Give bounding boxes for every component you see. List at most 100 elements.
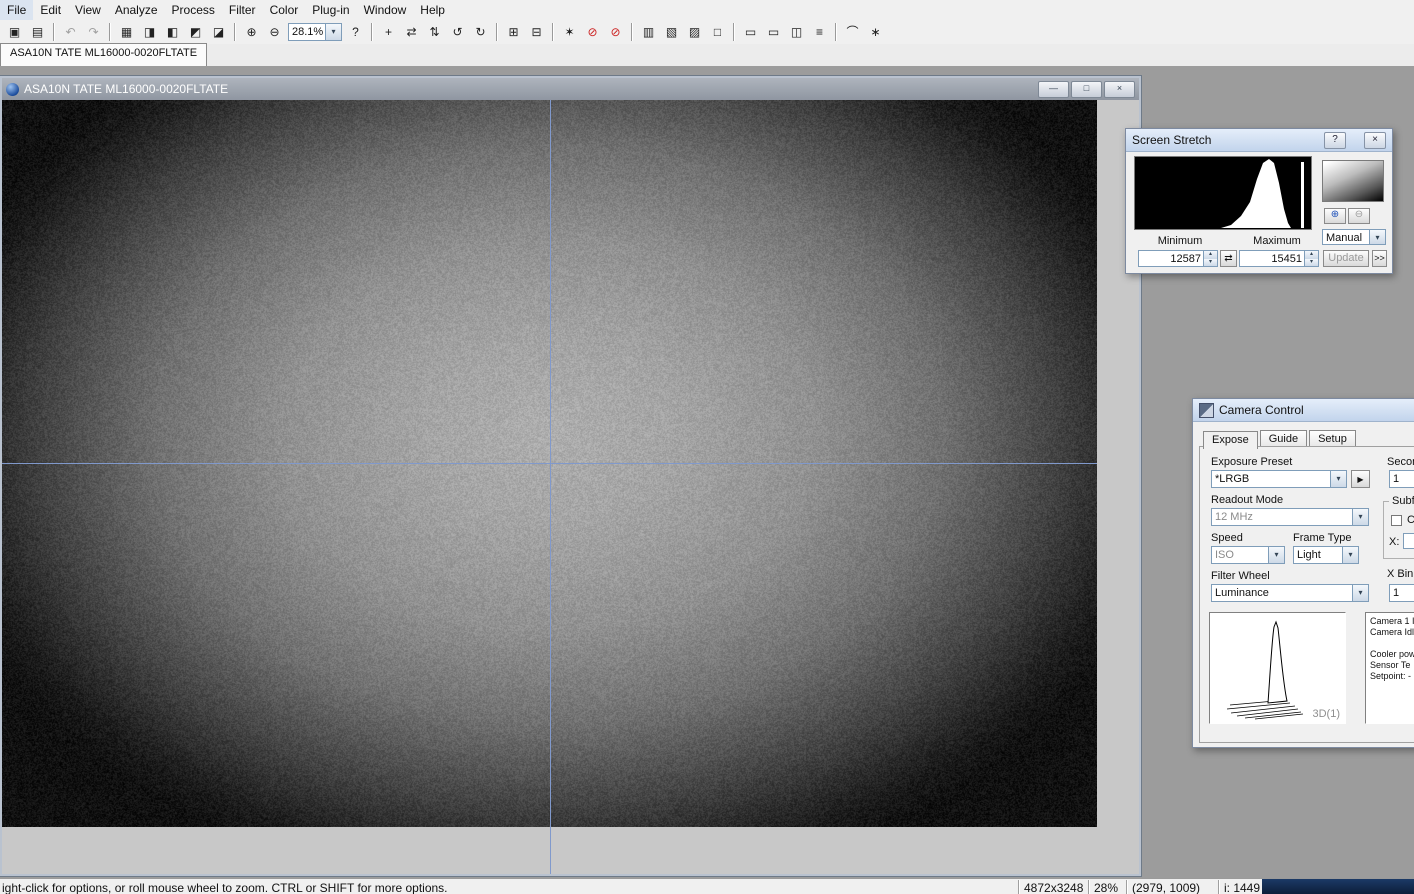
histogram-zoom-out-icon[interactable]: ⊖: [1348, 208, 1370, 224]
toolbar-separator: [53, 23, 55, 41]
subframe-option-label: C: [1407, 514, 1414, 526]
menu-item-process[interactable]: Process: [165, 0, 222, 20]
screen-stretch-window[interactable]: Screen Stretch ? × ⊕ ⊖ Manual ▾ Minimum: [1125, 128, 1393, 274]
command-sequence-icon[interactable]: ◪: [208, 22, 229, 43]
toolbar-items: ▣ ▤ ↶ ↷ ▦ ◨ ◧ ◩ ◪ ⊕ ⊖ 28.1% ▾? + ⇄ ⇅ ↺ ↻ ⊞ ⊟ ✶ ⊘ ⊘ ▥ ▧ ▨ □ ▭ ▭ ◫ ≡ ⌒ ∗: [3, 22, 887, 43]
minimize-icon[interactable]: —: [1038, 81, 1069, 98]
image-window-client[interactable]: [2, 100, 1139, 874]
magnify-window-icon[interactable]: ◧: [162, 22, 183, 43]
undo-icon[interactable]: ↶: [60, 22, 81, 43]
color-off-icon[interactable]: ⊘: [605, 22, 626, 43]
camera-control-window[interactable]: Camera Control Expose Guide Setup Exposure…: [1192, 398, 1414, 748]
zoom-in-icon[interactable]: ⊕: [241, 22, 262, 43]
menu-item-analyze[interactable]: Analyze: [108, 0, 165, 20]
swap-minmax-icon[interactable]: ⇄: [1220, 250, 1237, 267]
maximum-label: Maximum: [1239, 235, 1315, 247]
statusbar-zoom: 28%: [1088, 880, 1126, 894]
tab-setup[interactable]: Setup: [1309, 430, 1356, 446]
histogram-panel[interactable]: [1134, 156, 1312, 230]
chevron-down-icon[interactable]: ▾: [325, 24, 341, 40]
spin-down-icon[interactable]: ▾: [1305, 259, 1318, 267]
collapse-icon[interactable]: ≡: [809, 22, 830, 43]
new-window-icon[interactable]: ⊟: [526, 22, 547, 43]
menu-item-filter[interactable]: Filter: [222, 0, 263, 20]
redo-icon[interactable]: ↷: [83, 22, 104, 43]
frame-type-combo[interactable]: Light ▾: [1293, 546, 1359, 564]
close-icon[interactable]: ×: [1364, 132, 1386, 149]
maximum-spinner[interactable]: 15451 ▴ ▾: [1239, 250, 1319, 267]
spin-down-icon[interactable]: ▾: [1204, 259, 1217, 267]
graph-window-icon[interactable]: ▥: [638, 22, 659, 43]
spin-up-icon[interactable]: ▴: [1204, 251, 1217, 259]
mdi-workspace: ASA10N TATE ML16000-0020FLTATE — □ × Scr…: [0, 66, 1414, 878]
menu-item-color[interactable]: Color: [263, 0, 306, 20]
menu-item-edit[interactable]: Edit: [33, 0, 68, 20]
line-profile-icon[interactable]: ⌒: [842, 22, 863, 43]
context-help-icon[interactable]: ?: [345, 22, 366, 43]
chevron-down-icon[interactable]: ▾: [1352, 585, 1368, 601]
chevron-down-icon[interactable]: ▾: [1330, 471, 1346, 487]
toggle-crosshairs-icon[interactable]: +: [378, 22, 399, 43]
menu-item-plugin[interactable]: Plug-in: [305, 0, 356, 20]
zoom-level-combo[interactable]: 28.1% ▾: [288, 23, 342, 41]
spin-up-icon[interactable]: ▴: [1305, 251, 1318, 259]
help-icon[interactable]: ?: [1324, 132, 1346, 149]
information-window-icon[interactable]: ◨: [139, 22, 160, 43]
menu-item-file[interactable]: File: [0, 0, 33, 20]
night-vision-icon[interactable]: ◩: [185, 22, 206, 43]
close-icon[interactable]: ×: [1104, 81, 1135, 98]
duplicate-icon[interactable]: ⊞: [503, 22, 524, 43]
update-button[interactable]: Update: [1323, 250, 1369, 267]
filter-wheel-combo[interactable]: Luminance ▾: [1211, 584, 1369, 602]
tab-guide[interactable]: Guide: [1260, 430, 1307, 446]
exposure-3d-graph[interactable]: 3D(1): [1209, 612, 1346, 724]
x-binning-field[interactable]: 1: [1389, 584, 1414, 602]
tab-expose[interactable]: Expose: [1203, 431, 1258, 449]
menu-item-window[interactable]: Window: [357, 0, 414, 20]
expand-button[interactable]: >>: [1372, 250, 1387, 267]
mask-icon[interactable]: ◫: [786, 22, 807, 43]
preset-play-icon[interactable]: ▶: [1351, 470, 1370, 488]
save-icon[interactable]: ▤: [27, 22, 48, 43]
chevron-down-icon[interactable]: ▾: [1352, 509, 1368, 525]
speed-combo[interactable]: ISO ▾: [1211, 546, 1285, 564]
chevron-down-icon[interactable]: ▾: [1342, 547, 1358, 563]
caption-buttons: — □ ×: [1038, 81, 1135, 98]
document-tab[interactable]: ASA10N TATE ML16000-0020FLTATE: [0, 43, 207, 67]
histogram-zoom-in-icon[interactable]: ⊕: [1324, 208, 1346, 224]
image-window-titlebar[interactable]: ASA10N TATE ML16000-0020FLTATE — □ ×: [2, 78, 1139, 100]
readout-mode-combo[interactable]: 12 MHz ▾: [1211, 508, 1369, 526]
batch-files-icon[interactable]: ▧: [661, 22, 682, 43]
image-tile2-icon[interactable]: ▭: [763, 22, 784, 43]
rotate-right-icon[interactable]: ↻: [470, 22, 491, 43]
spinner-arrows: ▴ ▾: [1304, 251, 1318, 266]
chevron-down-icon[interactable]: ▾: [1268, 547, 1284, 563]
exposure-preset-combo[interactable]: *LRGB ▾: [1211, 470, 1347, 488]
chevron-down-icon[interactable]: ▾: [1369, 230, 1385, 244]
toolbar-separator: [552, 23, 554, 41]
photometry-icon[interactable]: ✶: [559, 22, 580, 43]
flip-vertical-icon[interactable]: ⇅: [424, 22, 445, 43]
seconds-field[interactable]: 1: [1389, 470, 1414, 488]
open-icon[interactable]: ▣: [4, 22, 25, 43]
stack-icon[interactable]: ▨: [684, 22, 705, 43]
camera-control-titlebar[interactable]: Camera Control: [1193, 399, 1414, 422]
screen-stretch-titlebar[interactable]: Screen Stretch ? ×: [1126, 129, 1392, 152]
menu-item-view[interactable]: View: [68, 0, 108, 20]
rotate-left-icon[interactable]: ↺: [447, 22, 468, 43]
image-tile-icon[interactable]: ▭: [740, 22, 761, 43]
image-window[interactable]: ASA10N TATE ML16000-0020FLTATE — □ ×: [0, 76, 1141, 876]
menu-item-help[interactable]: Help: [413, 0, 452, 20]
subframe-checkbox[interactable]: [1391, 515, 1402, 526]
subframe-icon[interactable]: □: [707, 22, 728, 43]
asterisk-settings-icon[interactable]: ∗: [865, 22, 886, 43]
flip-horizontal-icon[interactable]: ⇄: [401, 22, 422, 43]
stretch-mode-value: Manual: [1323, 230, 1369, 244]
minimum-spinner[interactable]: 12587 ▴ ▾: [1138, 250, 1218, 267]
restore-icon[interactable]: □: [1071, 81, 1102, 98]
x-field[interactable]: [1403, 533, 1414, 549]
stretch-mode-combo[interactable]: Manual ▾: [1322, 229, 1386, 245]
zoom-out-icon[interactable]: ⊖: [264, 22, 285, 43]
calibration-off-icon[interactable]: ⊘: [582, 22, 603, 43]
screen-stretch-icon[interactable]: ▦: [116, 22, 137, 43]
